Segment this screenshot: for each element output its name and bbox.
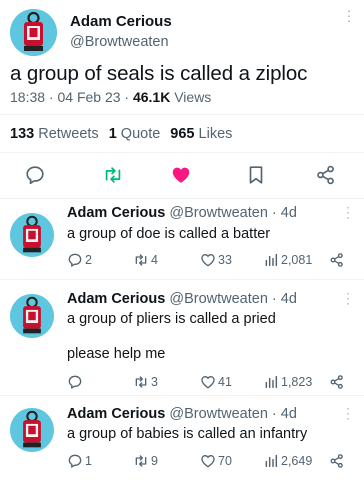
views-button[interactable]: 2,649 (263, 452, 312, 470)
author-name[interactable]: Adam Cerious (67, 406, 165, 422)
reply-count: 1 (85, 454, 92, 468)
views-button[interactable]: 1,823 (263, 373, 312, 391)
tweet-text: a group of seals is called a ziploc (10, 62, 308, 85)
retweet-count: 9 (151, 454, 158, 468)
retweet-count: 4 (151, 253, 158, 267)
reply-text: a group of babies is called an infantry (67, 426, 308, 442)
views-count: 46.1K (132, 89, 171, 105)
tweet-meta: 18:38 · 04 Feb 23 · 46.1K Views (10, 89, 211, 105)
reply-tweet[interactable]: Adam Cerious @Browtweaten · 4d · · · a gro… (0, 199, 364, 279)
share-icon[interactable] (329, 452, 347, 470)
like-icon[interactable] (170, 164, 192, 186)
more-options-icon[interactable]: · · · (344, 4, 354, 28)
retweet-button[interactable]: 9 (133, 452, 158, 470)
views-count: 1,823 (281, 375, 313, 389)
divider (0, 114, 364, 115)
reply-tweet[interactable]: Adam Cerious @Browtweaten · 4d · · · a gro… (0, 396, 364, 480)
avatar[interactable] (10, 408, 54, 452)
bookmark-icon[interactable] (245, 164, 267, 186)
reply-time[interactable]: · 4d (272, 205, 297, 221)
more-options-icon[interactable]: · · · (343, 402, 353, 424)
views-button[interactable]: 2,081 (263, 251, 312, 269)
author-name[interactable]: Adam Cerious (67, 205, 165, 221)
retweet-icon[interactable] (102, 164, 124, 186)
reply-header: Adam Cerious @Browtweaten · 4d (67, 406, 297, 422)
author-name[interactable]: Adam Cerious (70, 13, 172, 30)
author-handle[interactable]: @Browtweaten (169, 291, 268, 307)
reply-button[interactable]: 2 (67, 251, 92, 269)
retweet-button[interactable]: 3 (133, 373, 158, 391)
reply-actions: 2 4 33 2,081 (67, 251, 357, 269)
reply-count: 2 (85, 253, 92, 267)
views-count: 2,649 (281, 454, 313, 468)
more-options-icon[interactable]: · · · (343, 287, 353, 309)
like-count: 70 (218, 454, 232, 468)
likes-stat[interactable]: 965 Likes (170, 126, 232, 142)
author-handle[interactable]: @Browtweaten (169, 205, 268, 221)
author-handle[interactable]: @Browtweaten (70, 34, 169, 50)
divider (0, 152, 364, 153)
reply-tweet[interactable]: Adam Cerious @Browtweaten · 4d · · · a gro… (0, 280, 364, 395)
reply-actions: 3 41 1,823 (67, 373, 357, 391)
views-count: 2,081 (281, 253, 313, 267)
share-icon[interactable] (329, 373, 347, 391)
reply-time[interactable]: · 4d (272, 406, 297, 422)
reply-icon[interactable] (24, 164, 46, 186)
like-button[interactable]: 41 (200, 373, 232, 391)
avatar[interactable] (10, 9, 57, 56)
like-button[interactable]: 33 (200, 251, 232, 269)
action-bar (0, 164, 364, 188)
tweet-timestamp[interactable]: 18:38 · 04 Feb 23 · (10, 89, 133, 105)
reply-actions: 1 9 70 2,649 (67, 452, 357, 470)
share-icon[interactable] (315, 164, 337, 186)
reply-button[interactable] (67, 373, 85, 391)
reply-text: a group of doe is called a batter (67, 226, 271, 242)
avatar[interactable] (10, 294, 54, 338)
like-count: 33 (218, 253, 232, 267)
author-name[interactable]: Adam Cerious (67, 291, 165, 307)
views-label: Views (170, 89, 212, 105)
retweets-stat[interactable]: 133 Retweets (10, 126, 99, 142)
reply-header: Adam Cerious @Browtweaten · 4d (67, 291, 297, 307)
reply-time[interactable]: · 4d (272, 291, 297, 307)
retweet-button[interactable]: 4 (133, 251, 158, 269)
tweet-stats: 133 Retweets 1 Quote 965 Likes (10, 126, 232, 142)
reply-text: a group of pliers is called a pried (67, 311, 276, 327)
like-count: 41 (218, 375, 232, 389)
reply-header: Adam Cerious @Browtweaten · 4d (67, 205, 297, 221)
quotes-stat[interactable]: 1 Quote (109, 126, 161, 142)
reply-button[interactable]: 1 (67, 452, 92, 470)
author-handle[interactable]: @Browtweaten (169, 406, 268, 422)
retweet-count: 3 (151, 375, 158, 389)
share-icon[interactable] (329, 251, 347, 269)
more-options-icon[interactable]: · · · (343, 201, 353, 223)
avatar[interactable] (10, 213, 54, 257)
reply-text-line2: please help me (67, 346, 166, 362)
like-button[interactable]: 70 (200, 452, 232, 470)
